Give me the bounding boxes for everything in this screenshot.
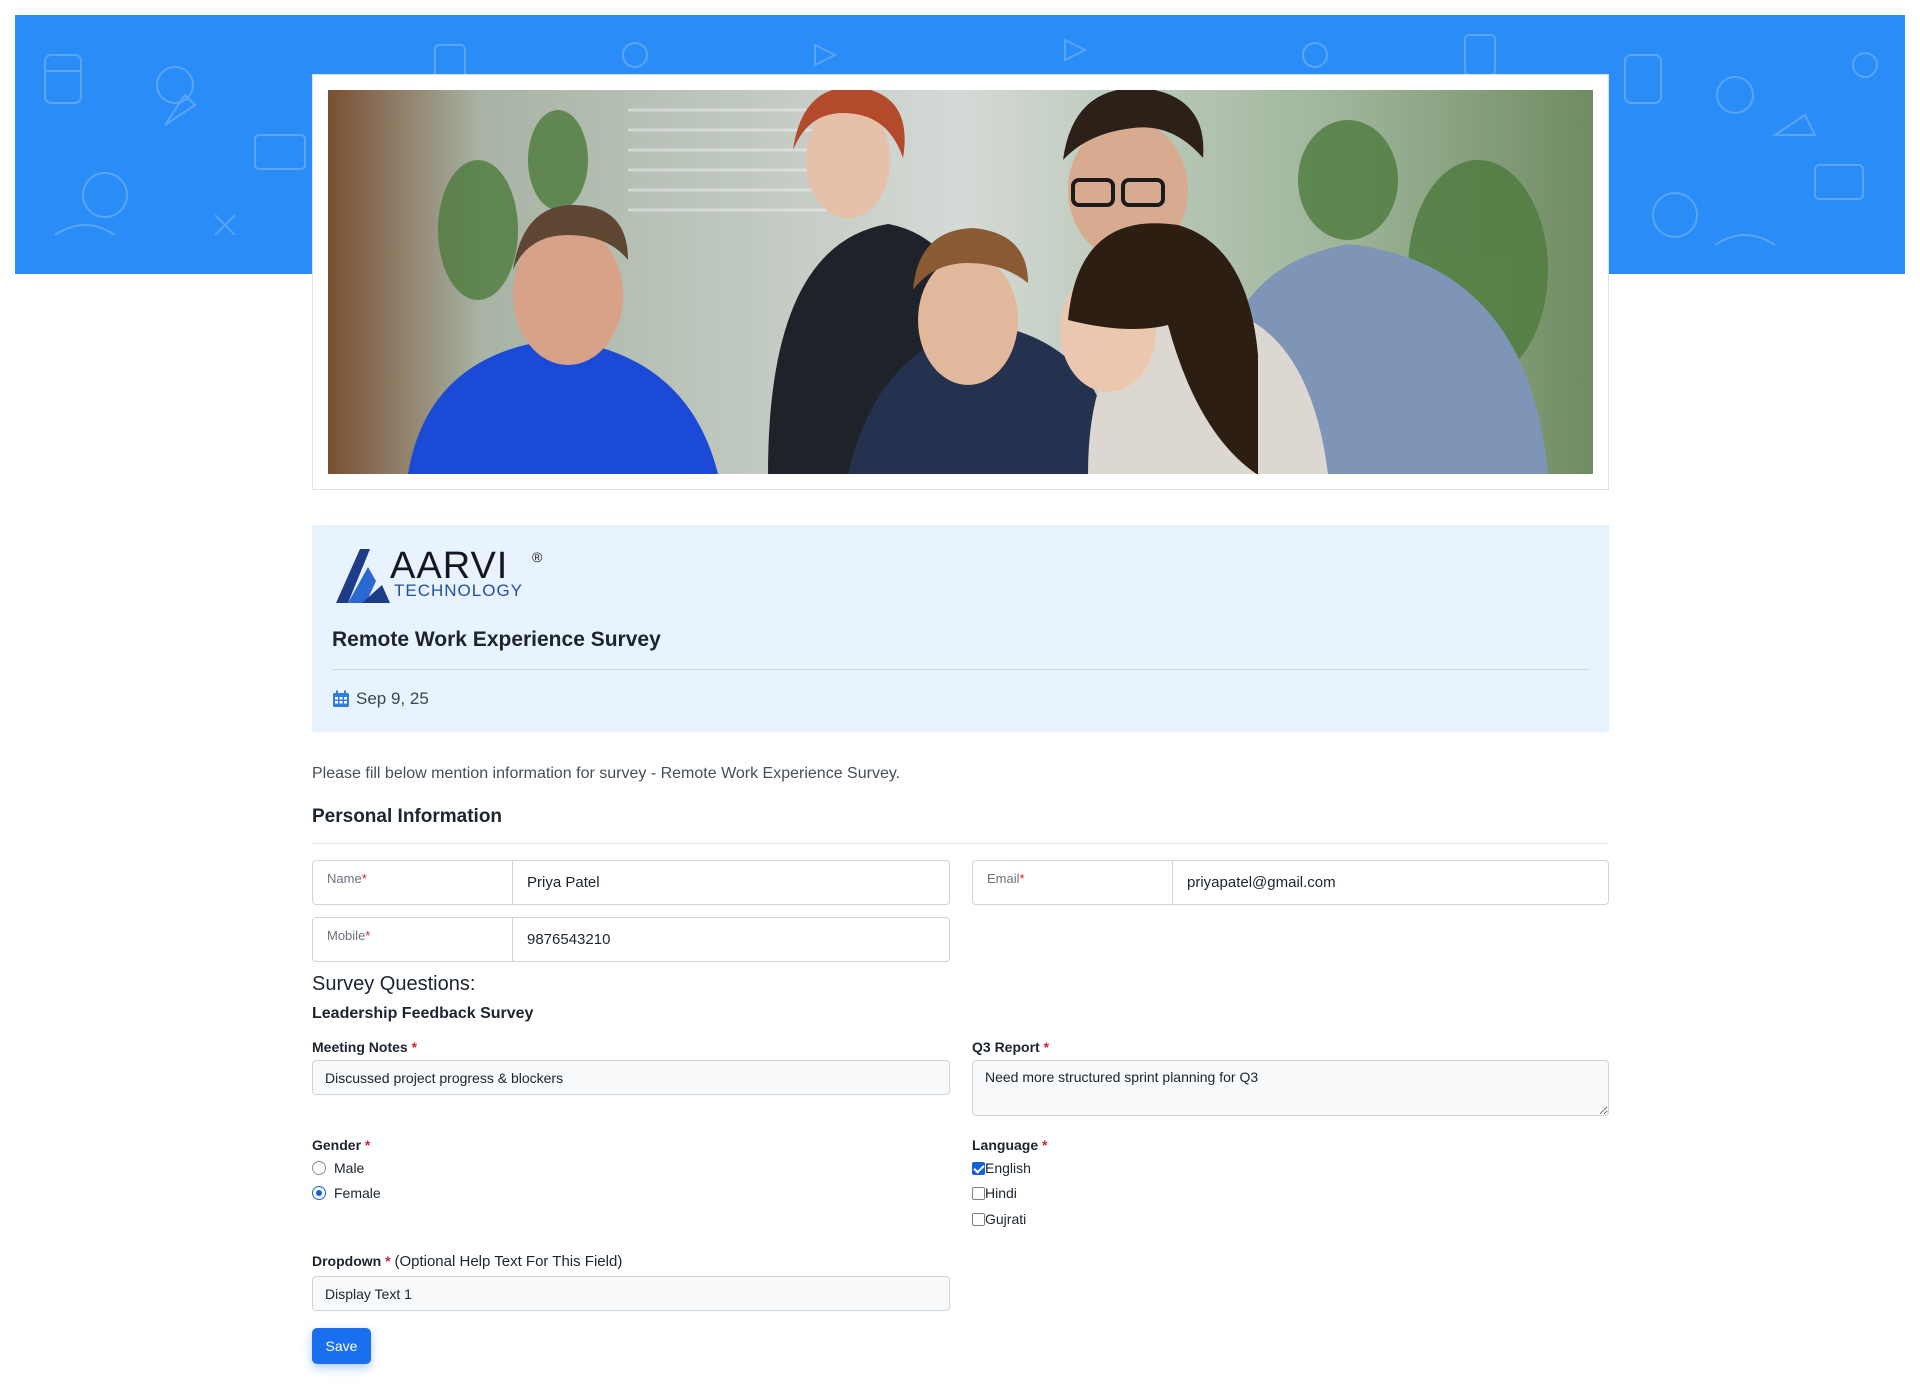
survey-questions-subtitle: Leadership Feedback Survey [312,1005,534,1022]
intro-text: Please fill below mention information fo… [312,765,901,782]
female-radio[interactable] [312,1186,326,1200]
personal-info-title: Personal Information [312,806,503,827]
mobile-input[interactable] [513,918,949,961]
company-logo: AARVI ® TECHNOLOGY [332,545,552,607]
gender-option-female[interactable]: Female [312,1185,381,1201]
header-divider [332,669,1589,670]
english-label: English [985,1160,1031,1176]
hero-card [312,74,1609,490]
language-option-gujrati[interactable]: Gujrati [972,1211,1026,1227]
hindi-label: Hindi [985,1185,1017,1201]
language-option-english[interactable]: English [972,1160,1031,1176]
date-text: Sep 9, 25 [356,689,429,708]
dropdown-selected-value: Display Text 1 [325,1285,412,1302]
logo-subtitle: TECHNOLOGY [394,581,524,600]
meeting-notes-input[interactable] [312,1060,950,1095]
email-label: Email* [973,861,1173,904]
mobile-label: Mobile* [313,918,513,961]
email-field: Email* [972,860,1609,905]
personal-info-divider [312,843,1609,844]
survey-questions-title: Survey Questions: [312,973,476,995]
language-option-hindi[interactable]: Hindi [972,1185,1017,1201]
name-label: Name* [313,861,513,904]
email-input[interactable] [1173,861,1608,904]
dropdown-select[interactable]: Display Text 1 [312,1276,950,1311]
hindi-checkbox[interactable] [972,1186,985,1200]
male-radio[interactable] [312,1161,326,1175]
save-button[interactable]: Save [312,1328,371,1364]
gujrati-label: Gujrati [985,1211,1027,1227]
logo-mark-icon [336,549,390,603]
logo-registered-mark: ® [532,549,543,565]
dropdown-label: Dropdown * (Optional Help Text For This … [312,1253,623,1270]
language-label: Language * [972,1137,1048,1153]
survey-date: Sep 9, 25 [332,689,429,709]
name-input[interactable] [513,861,949,904]
meeting-notes-label: Meeting Notes * [312,1039,418,1055]
male-label: Male [334,1160,365,1176]
female-label: Female [334,1185,381,1201]
q3-report-label: Q3 Report * [972,1039,1050,1055]
gujrati-checkbox[interactable] [972,1212,985,1226]
q3-report-textarea[interactable]: Need more structured sprint planning for… [972,1060,1609,1116]
name-field: Name* [312,860,950,905]
gender-label: Gender * [312,1137,371,1153]
calendar-icon [333,690,349,707]
gender-option-male[interactable]: Male [312,1160,364,1176]
mobile-field: Mobile* [312,917,950,962]
team-meeting-photo [328,90,1593,474]
dropdown-help-text: (Optional Help Text For This Field) [394,1253,623,1270]
english-checkbox[interactable] [972,1161,985,1175]
survey-title: Remote Work Experience Survey [332,628,661,651]
survey-header-card: AARVI ® TECHNOLOGY Remote Work Experienc… [312,525,1609,732]
